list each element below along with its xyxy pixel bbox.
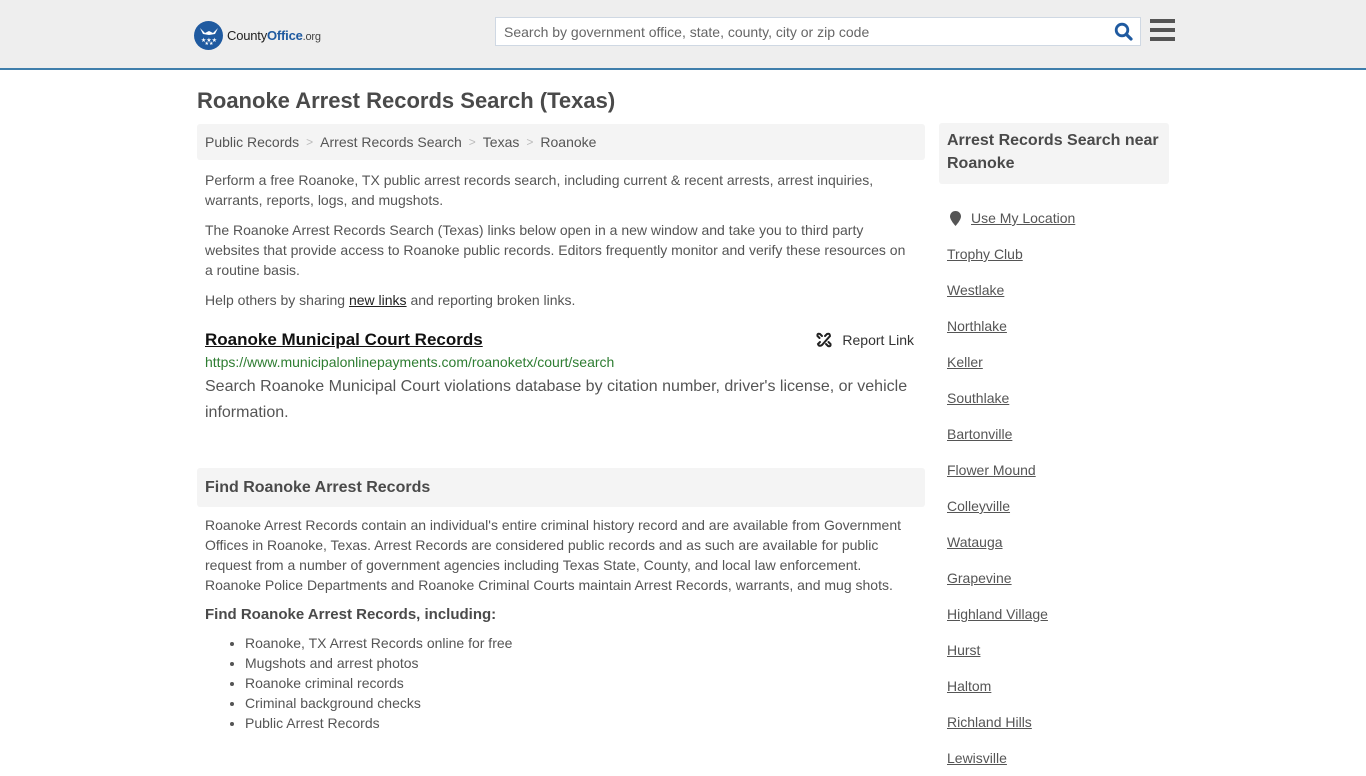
nearby-link-watauga[interactable]: Watauga bbox=[947, 534, 1003, 550]
list-item: Roanoke criminal records bbox=[245, 673, 917, 693]
list-item: Mugshots and arrest photos bbox=[245, 653, 917, 673]
breadcrumb-arrest-records-search[interactable]: Arrest Records Search bbox=[320, 134, 462, 150]
nearby-item: Colleyville bbox=[947, 488, 1075, 524]
share-links-paragraph: Help others by sharing new links and rep… bbox=[205, 292, 576, 308]
search-icon bbox=[1114, 22, 1133, 41]
list-item: Public Arrest Records bbox=[245, 713, 917, 733]
use-my-location: Use My Location bbox=[947, 200, 1075, 236]
nearby-link-flower-mound[interactable]: Flower Mound bbox=[947, 462, 1036, 478]
result-description: Search Roanoke Municipal Court violation… bbox=[205, 378, 908, 421]
search-input[interactable] bbox=[496, 18, 1106, 45]
nearby-link-grapevine[interactable]: Grapevine bbox=[947, 570, 1012, 586]
result-title-link[interactable]: Roanoke Municipal Court Records bbox=[205, 330, 483, 349]
nearby-item: Bartonville bbox=[947, 416, 1075, 452]
list-item: Criminal background checks bbox=[245, 693, 917, 713]
page-title: Roanoke Arrest Records Search (Texas) bbox=[197, 88, 616, 113]
result-url[interactable]: https://www.municipalonlinepayments.com/… bbox=[205, 354, 917, 370]
nearby-item: Haltom bbox=[947, 668, 1075, 704]
nearby-link-southlake[interactable]: Southlake bbox=[947, 390, 1009, 406]
svg-text:★★: ★★ bbox=[204, 41, 213, 45]
nearby-link-bartonville[interactable]: Bartonville bbox=[947, 426, 1012, 442]
nearby-link-highland-village[interactable]: Highland Village bbox=[947, 606, 1048, 622]
nearby-item: Watauga bbox=[947, 524, 1075, 560]
nearby-item: Keller bbox=[947, 344, 1075, 380]
broken-link-icon bbox=[816, 332, 832, 348]
nearby-link-hurst[interactable]: Hurst bbox=[947, 642, 980, 658]
breadcrumb: Public Records > Arrest Records Search >… bbox=[197, 124, 925, 160]
search-bar bbox=[495, 17, 1141, 46]
nearby-link-northlake[interactable]: Northlake bbox=[947, 318, 1007, 334]
nearby-link-keller[interactable]: Keller bbox=[947, 354, 983, 370]
site-header: ★★★ ★★ CountyOffice.org bbox=[0, 0, 1366, 70]
find-section-heading: Find Roanoke Arrest Records bbox=[197, 468, 925, 507]
find-section-paragraph: Roanoke Arrest Records contain an indivi… bbox=[205, 517, 902, 593]
nearby-item: Lewisville bbox=[947, 740, 1075, 776]
nearby-item: Richland Hills bbox=[947, 704, 1075, 740]
nearby-item: Trophy Club bbox=[947, 236, 1075, 272]
intro-paragraph: Perform a free Roanoke, TX public arrest… bbox=[205, 172, 874, 208]
logo-text: CountyOffice.org bbox=[227, 27, 321, 43]
find-section-list: Roanoke, TX Arrest Records online for fr… bbox=[245, 633, 917, 733]
search-button[interactable] bbox=[1106, 18, 1140, 45]
map-marker-icon bbox=[947, 210, 963, 226]
breadcrumb-separator: > bbox=[526, 135, 534, 149]
nearby-link-haltom[interactable]: Haltom bbox=[947, 678, 991, 694]
new-links-link[interactable]: new links bbox=[349, 292, 407, 308]
eagle-stars-badge-icon: ★★★ ★★ bbox=[194, 20, 223, 50]
nearby-link-colleyville[interactable]: Colleyville bbox=[947, 498, 1010, 514]
site-logo[interactable]: ★★★ ★★ CountyOffice.org bbox=[194, 20, 321, 50]
nearby-link-trophy-club[interactable]: Trophy Club bbox=[947, 246, 1023, 262]
find-section-body: Roanoke Arrest Records contain an indivi… bbox=[205, 515, 917, 733]
nearby-item: Northlake bbox=[947, 308, 1075, 344]
nearby-link-richland-hills[interactable]: Richland Hills bbox=[947, 714, 1032, 730]
nearby-item: Westlake bbox=[947, 272, 1075, 308]
report-link-label: Report Link bbox=[842, 332, 914, 348]
nearby-link-lewisville[interactable]: Lewisville bbox=[947, 750, 1007, 766]
nearby-item: Southlake bbox=[947, 380, 1075, 416]
list-item: Roanoke, TX Arrest Records online for fr… bbox=[245, 633, 917, 653]
breadcrumb-public-records[interactable]: Public Records bbox=[205, 134, 299, 150]
find-section-subheading: Find Roanoke Arrest Records, including: bbox=[205, 606, 497, 623]
nearby-item: Highland Village bbox=[947, 596, 1075, 632]
hamburger-menu-icon[interactable] bbox=[1150, 19, 1175, 41]
nearby-link-westlake[interactable]: Westlake bbox=[947, 282, 1004, 298]
breadcrumb-roanoke[interactable]: Roanoke bbox=[540, 134, 596, 150]
breadcrumb-texas[interactable]: Texas bbox=[483, 134, 520, 150]
nearby-item: Flower Mound bbox=[947, 452, 1075, 488]
breadcrumb-separator: > bbox=[306, 135, 314, 149]
breadcrumb-separator: > bbox=[468, 135, 476, 149]
intro-paragraph: The Roanoke Arrest Records Search (Texas… bbox=[205, 222, 906, 278]
report-link-button[interactable]: Report Link bbox=[816, 332, 914, 348]
nearby-list: Use My Location Trophy Club Westlake Nor… bbox=[947, 200, 1075, 776]
result-item: Roanoke Municipal Court Records Report L… bbox=[205, 330, 917, 426]
intro-text: Perform a free Roanoke, TX public arrest… bbox=[205, 170, 917, 320]
sidebar-heading: Arrest Records Search near Roanoke bbox=[939, 123, 1169, 184]
nearby-item: Hurst bbox=[947, 632, 1075, 668]
nearby-item: Grapevine bbox=[947, 560, 1075, 596]
use-my-location-link[interactable]: Use My Location bbox=[971, 210, 1075, 226]
